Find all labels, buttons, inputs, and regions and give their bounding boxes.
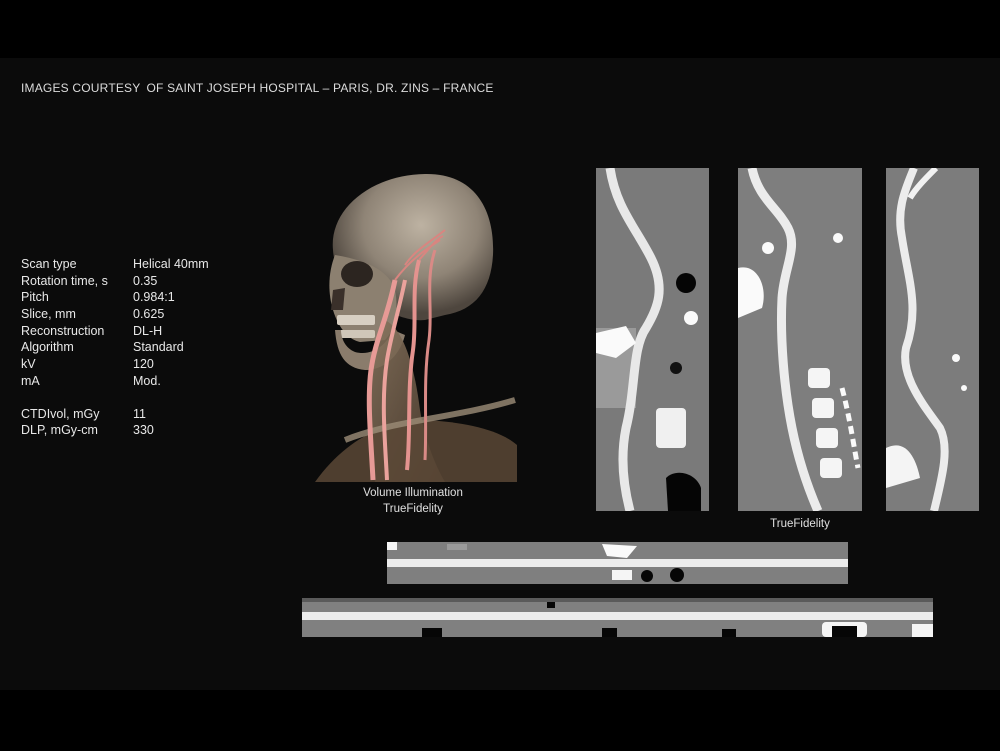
straightened-view-image-1 — [387, 542, 848, 584]
param-spacer — [21, 390, 209, 406]
param-key: kV — [21, 357, 36, 372]
param-key: Reconstruction — [21, 323, 105, 338]
param-row: Rotation time, s 0.35 — [21, 273, 209, 290]
volume-caption-line2: TrueFidelity — [383, 503, 443, 515]
credit-prefix: IMAGES COURTESY — [21, 81, 141, 95]
param-key: Rotation time, s — [21, 273, 108, 288]
curved-mpr-image-2 — [738, 168, 862, 511]
param-row: Pitch 0.984:1 — [21, 289, 209, 306]
param-key: Algorithm — [21, 340, 74, 355]
param-row: mA Mod. — [21, 373, 209, 390]
dose-row: DLP, mGy-cm 330 — [21, 422, 209, 439]
param-value: Helical 40mm — [133, 257, 209, 271]
credit-source: OF SAINT JOSEPH HOSPITAL – PARIS, DR. ZI… — [146, 81, 494, 95]
param-key: mA — [21, 373, 40, 388]
param-value: 0.35 — [133, 273, 158, 288]
scan-parameters: Scan type Helical 40mm Rotation time, s 0.… — [21, 256, 209, 439]
param-value: 120 — [133, 357, 154, 372]
param-row: Reconstruction DL-H — [21, 323, 209, 340]
param-row: Slice, mm 0.625 — [21, 306, 209, 323]
volume-caption-line1: Volume Illumination — [363, 487, 463, 499]
param-value: Mod. — [133, 373, 161, 388]
volume-rendering-image — [315, 170, 517, 482]
image-credit: IMAGES COURTESY OF SAINT JOSEPH HOSPITAL … — [21, 81, 500, 95]
param-key: Scan type — [21, 257, 77, 271]
param-row: Scan type Helical 40mm — [21, 256, 209, 273]
straightened-view-image-2 — [302, 598, 933, 637]
dose-row: CTDIvol, mGy 11 — [21, 406, 209, 423]
param-value: Standard — [133, 340, 184, 355]
param-row: Algorithm Standard — [21, 339, 209, 356]
curved-mpr-image-3 — [886, 168, 979, 511]
param-value: 0.984:1 — [133, 290, 175, 305]
dose-key: DLP, mGy-cm — [21, 423, 98, 438]
dose-key: CTDIvol, mGy — [21, 406, 100, 421]
mpr-caption: TrueFidelity — [770, 518, 830, 530]
param-value: DL-H — [133, 323, 163, 338]
param-row: kV 120 — [21, 356, 209, 373]
param-value: 0.625 — [133, 307, 165, 322]
dose-value: 330 — [133, 423, 154, 438]
param-key: Slice, mm — [21, 307, 76, 322]
dose-value: 11 — [133, 406, 146, 421]
curved-mpr-image-1 — [596, 168, 709, 511]
param-key: Pitch — [21, 290, 49, 305]
